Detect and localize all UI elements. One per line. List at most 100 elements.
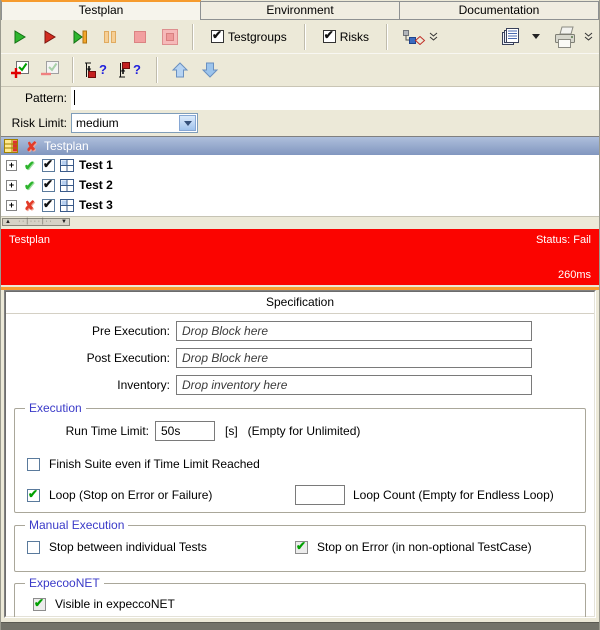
expecconet-group-title: ExpecooNET bbox=[25, 576, 104, 590]
splitter-handle[interactable]: ▲ ∙∙|∙∙∙|∙∙ ▼ bbox=[2, 218, 70, 226]
add-testcase-button[interactable] bbox=[7, 57, 33, 83]
step-icon bbox=[72, 29, 88, 45]
finish-suite-checkbox[interactable] bbox=[27, 458, 40, 471]
risk-limit-value: medium bbox=[76, 116, 119, 130]
testcase-icon bbox=[60, 199, 74, 212]
svg-text:?: ? bbox=[99, 62, 107, 77]
test1-checkbox[interactable] bbox=[42, 159, 55, 172]
expand-icon[interactable]: + bbox=[6, 180, 17, 191]
tree-row-test3[interactable]: + ✘ Test 3 bbox=[1, 195, 599, 215]
insert-after-query-button[interactable]: ? bbox=[117, 57, 147, 83]
status-panel-title: Testplan bbox=[9, 234, 50, 246]
pre-execution-input[interactable] bbox=[176, 321, 532, 341]
loop-label: Loop (Stop on Error or Failure) bbox=[49, 488, 212, 502]
visible-expecconet-checkbox[interactable] bbox=[33, 598, 46, 611]
add-checkbox-icon bbox=[9, 60, 31, 80]
move-up-button[interactable] bbox=[167, 57, 193, 83]
move-down-button[interactable] bbox=[197, 57, 223, 83]
tree-row-label: Testplan bbox=[44, 139, 89, 153]
pattern-label: Pattern: bbox=[1, 87, 71, 110]
loop-count-input[interactable] bbox=[295, 485, 345, 505]
collapse-up-icon[interactable]: ▲ bbox=[5, 219, 11, 225]
testgroups-toggle[interactable]: Testgroups bbox=[203, 30, 295, 44]
test3-checkbox[interactable] bbox=[42, 199, 55, 212]
run-time-limit-input[interactable] bbox=[155, 421, 215, 441]
window-bottom-edge bbox=[1, 622, 599, 630]
tree-row-testplan[interactable]: ✘ Testplan bbox=[1, 137, 599, 155]
testcase-icon bbox=[60, 179, 74, 192]
stop-button[interactable] bbox=[127, 24, 153, 50]
inventory-input[interactable] bbox=[176, 375, 532, 395]
risk-limit-row: Risk Limit: medium bbox=[1, 110, 599, 136]
separator bbox=[72, 57, 74, 83]
inventory-row: Inventory: bbox=[6, 375, 594, 395]
testgroups-checkbox[interactable] bbox=[211, 30, 224, 43]
insert-up-icon: ? bbox=[118, 61, 146, 79]
loop-row: Loop (Stop on Error or Failure) Loop Cou… bbox=[15, 485, 585, 505]
printer-icon bbox=[552, 25, 578, 49]
collapse-down-icon[interactable]: ▼ bbox=[61, 219, 67, 225]
arrow-down-icon bbox=[201, 61, 219, 79]
duration-text: 260ms bbox=[558, 269, 591, 281]
expand-icon[interactable]: + bbox=[6, 160, 17, 171]
loop-count-label: Loop Count (Empty for Endless Loop) bbox=[353, 488, 554, 502]
diagram-menu-button[interactable] bbox=[397, 24, 443, 50]
run-debug-button[interactable] bbox=[37, 24, 63, 50]
insert-before-query-button[interactable]: ? bbox=[83, 57, 113, 83]
main-toolbar: Testgroups Risks bbox=[1, 20, 599, 54]
tree-row-label: Test 1 bbox=[79, 158, 113, 172]
stop-on-error-checkbox[interactable] bbox=[295, 541, 308, 554]
remove-testcase-button[interactable] bbox=[37, 57, 63, 83]
post-execution-input[interactable] bbox=[176, 348, 532, 368]
tree-row-test1[interactable]: + ✔ Test 1 bbox=[1, 155, 599, 175]
specification-panel: Specification Pre Execution: Post Execut… bbox=[4, 290, 596, 618]
report-pages-button[interactable] bbox=[498, 24, 524, 50]
insert-down-icon: ? bbox=[84, 61, 112, 79]
pattern-input[interactable] bbox=[71, 87, 599, 110]
text-caret bbox=[74, 90, 75, 105]
manual-execution-group-title: Manual Execution bbox=[25, 518, 128, 532]
testcase-icon bbox=[60, 159, 74, 172]
finish-suite-row: Finish Suite even if Time Limit Reached bbox=[15, 457, 585, 471]
chevron-double-down-icon bbox=[429, 32, 438, 42]
abort-icon bbox=[161, 28, 179, 46]
tree-row-test2[interactable]: + ✔ Test 2 bbox=[1, 175, 599, 195]
separator bbox=[386, 24, 388, 50]
splitter-row: ▲ ∙∙|∙∙∙|∙∙ ▼ bbox=[1, 217, 599, 226]
tab-testplan[interactable]: Testplan bbox=[1, 0, 201, 20]
manual-execution-row: Stop between individual Tests Stop on Er… bbox=[15, 540, 585, 554]
abort-button[interactable] bbox=[157, 24, 183, 50]
stop-between-checkbox[interactable] bbox=[27, 541, 40, 554]
risks-toggle[interactable]: Risks bbox=[315, 30, 377, 44]
print-button[interactable] bbox=[550, 24, 580, 50]
pause-button[interactable] bbox=[97, 24, 123, 50]
loop-toggle: Loop (Stop on Error or Failure) bbox=[27, 488, 295, 502]
print-chevron-icon[interactable] bbox=[584, 32, 593, 42]
loop-checkbox[interactable] bbox=[27, 489, 40, 502]
pre-execution-label: Pre Execution: bbox=[6, 324, 176, 338]
pattern-input-wrap bbox=[71, 87, 599, 110]
combo-dropdown-icon[interactable] bbox=[179, 115, 196, 131]
stop-between-toggle: Stop between individual Tests bbox=[27, 540, 295, 554]
pattern-row: Pattern: bbox=[1, 87, 599, 110]
post-execution-label: Post Execution: bbox=[6, 351, 176, 365]
tab-documentation[interactable]: Documentation bbox=[400, 1, 599, 19]
risks-checkbox[interactable] bbox=[323, 30, 336, 43]
risk-limit-select[interactable]: medium bbox=[71, 113, 198, 133]
test2-checkbox[interactable] bbox=[42, 179, 55, 192]
tab-environment[interactable]: Environment bbox=[201, 1, 400, 19]
report-dropdown-icon[interactable] bbox=[532, 34, 540, 39]
testplan-icon bbox=[4, 139, 19, 154]
post-execution-row: Post Execution: bbox=[6, 348, 594, 368]
stop-between-label: Stop between individual Tests bbox=[49, 540, 207, 554]
remove-checkbox-icon bbox=[39, 60, 61, 80]
run-time-limit-label: Run Time Limit: bbox=[15, 424, 155, 438]
manual-execution-group: Manual Execution Stop between individual… bbox=[14, 525, 586, 572]
run-button[interactable] bbox=[7, 24, 33, 50]
edit-toolbar: ? ? bbox=[1, 54, 599, 87]
step-button[interactable] bbox=[67, 24, 93, 50]
risks-label: Risks bbox=[340, 30, 369, 44]
tree-row-label: Test 3 bbox=[79, 198, 113, 212]
run-time-hint: (Empty for Unlimited) bbox=[248, 424, 361, 438]
expand-icon[interactable]: + bbox=[6, 200, 17, 211]
